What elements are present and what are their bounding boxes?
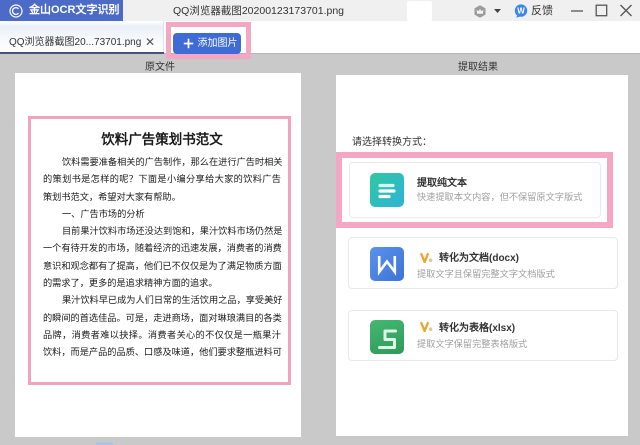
svg-text:W: W bbox=[517, 6, 525, 15]
